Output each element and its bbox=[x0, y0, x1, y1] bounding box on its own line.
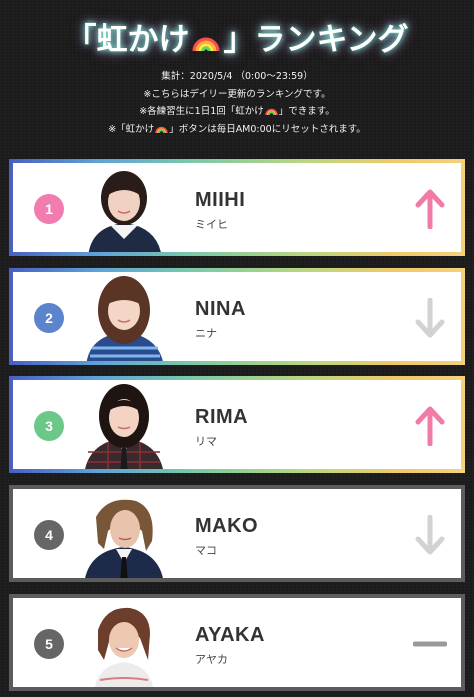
rank-badge: 3 bbox=[34, 411, 64, 441]
rainbow-icon bbox=[265, 104, 278, 116]
trainee-name: NINA bbox=[195, 298, 246, 320]
rank-badge: 2 bbox=[34, 303, 64, 333]
note-reset: ※「虹かけ 」ボタンは毎日AM0:00にリセットされます。 bbox=[108, 122, 366, 135]
ranking-card[interactable]: 1 MIIHI ミイヒ bbox=[9, 159, 465, 256]
ranking-card[interactable]: 3 RIMA リマ bbox=[9, 376, 465, 473]
title-close: 」ランキング bbox=[223, 22, 409, 58]
trainee-name: RIMA bbox=[195, 406, 249, 428]
trainee-photo bbox=[78, 491, 170, 578]
note-once-a-day: ※各練習生に1日1回「虹かけ 」できます。 bbox=[139, 104, 335, 117]
trainee-photo bbox=[78, 600, 170, 687]
trainee-name: MIIHI bbox=[195, 189, 246, 211]
trainee-name: MAKO bbox=[195, 515, 259, 537]
title-open: 「虹かけ bbox=[65, 22, 190, 58]
note-period: 集計：2020/5/4 （0:00〜23:59） bbox=[161, 71, 313, 82]
trainee-kana: ニナ bbox=[195, 327, 217, 340]
down-arrow-icon bbox=[413, 297, 447, 338]
ranking-card[interactable]: 4 MAKO マコ bbox=[9, 485, 465, 582]
down-arrow-icon bbox=[413, 514, 447, 555]
trainee-kana: マコ bbox=[195, 544, 217, 557]
ranking-card[interactable]: 5 AYAKA アヤカ bbox=[9, 594, 465, 691]
dash-icon bbox=[412, 624, 448, 664]
rank-badge: 1 bbox=[34, 194, 64, 224]
ranking-card[interactable]: 2 NINA ニナ bbox=[9, 268, 465, 365]
notes: 集計：2020/5/4 （0:00〜23:59） ※こちらはデイリー更新のランキ… bbox=[0, 68, 474, 138]
up-arrow-icon bbox=[413, 406, 447, 447]
page-title: 「虹かけ 」ランキング bbox=[0, 14, 474, 59]
rank-badge: 4 bbox=[34, 520, 64, 550]
trainee-kana: リマ bbox=[195, 435, 217, 448]
trainee-photo bbox=[78, 165, 170, 252]
rank-badge: 5 bbox=[34, 629, 64, 659]
trainee-photo bbox=[78, 382, 170, 469]
rainbow-icon bbox=[191, 24, 221, 52]
trainee-kana: ミイヒ bbox=[195, 218, 228, 231]
trainee-name: AYAKA bbox=[195, 624, 265, 646]
note-daily: ※こちらはデイリー更新のランキングです。 bbox=[143, 88, 331, 100]
trainee-photo bbox=[78, 274, 170, 361]
trainee-kana: アヤカ bbox=[195, 653, 228, 666]
up-arrow-icon bbox=[413, 189, 447, 230]
rainbow-icon bbox=[155, 122, 168, 133]
